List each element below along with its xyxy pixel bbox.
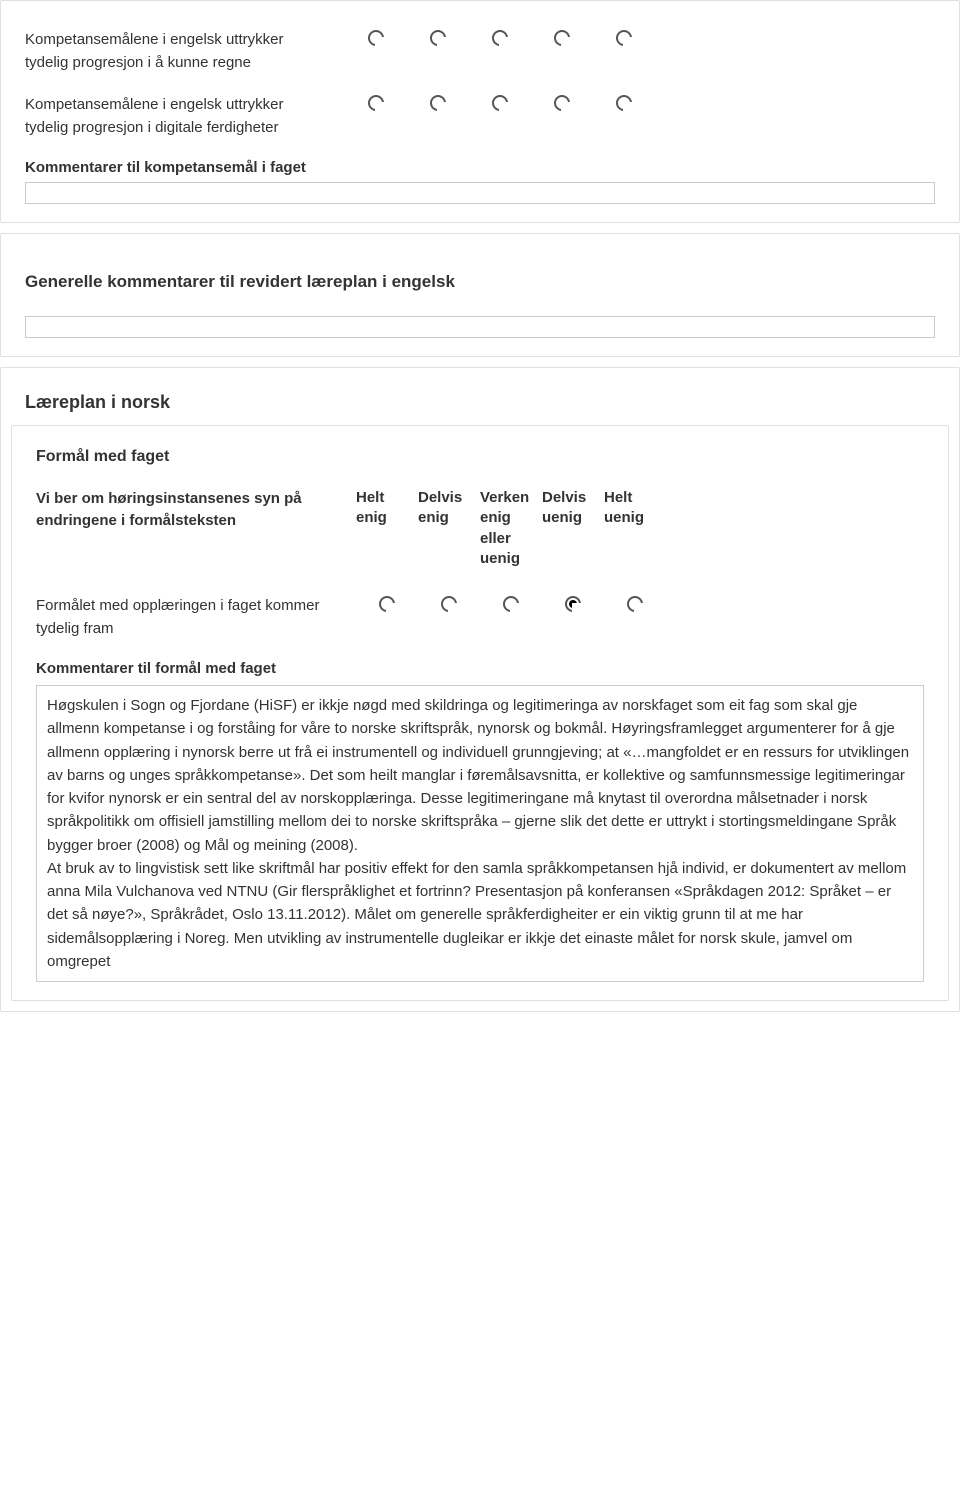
- radio-option-4[interactable]: [554, 95, 570, 111]
- header-opt-4: Delvis uenig: [542, 488, 604, 569]
- panel-formal-med-faget: Formål med faget Vi ber om høringsinstan…: [11, 425, 949, 1001]
- header-opt-1: Helt enig: [356, 488, 418, 569]
- matrix-row-label: Kompetansemålene i engelsk uttrykker tyd…: [25, 29, 345, 74]
- matrix-header: Vi ber om høringsinstansenes syn på endr…: [36, 478, 924, 585]
- comment-text-formal: Høgskulen i Sogn og Fjordane (HiSF) er i…: [36, 685, 924, 982]
- comment-label: Kommentarer til kompetansemål i faget: [25, 159, 935, 176]
- panel-generelle-kommentarer: Generelle kommentarer til revidert lærep…: [0, 233, 960, 357]
- subtitle-formal: Formål med faget: [36, 448, 924, 466]
- comment-input-generelle[interactable]: [25, 316, 935, 338]
- radio-option-5[interactable]: [616, 95, 632, 111]
- matrix-row: Kompetansemålene i engelsk uttrykker tyd…: [25, 84, 935, 149]
- matrix-row-options: [345, 29, 935, 46]
- radio-option-3[interactable]: [503, 596, 519, 612]
- radio-option-4[interactable]: [554, 30, 570, 46]
- radio-option-2[interactable]: [430, 95, 446, 111]
- radio-option-4[interactable]: [565, 596, 581, 612]
- radio-option-5[interactable]: [616, 30, 632, 46]
- matrix-row-options: [345, 94, 935, 111]
- comment-input-kompetansemal[interactable]: [25, 182, 935, 204]
- radio-option-1[interactable]: [368, 30, 384, 46]
- panel-laereplan-norsk: Læreplan i norsk Formål med faget Vi ber…: [0, 367, 960, 1012]
- matrix-header-question: Vi ber om høringsinstansenes syn på endr…: [36, 488, 356, 532]
- comment-label-formal: Kommentarer til formål med faget: [36, 660, 924, 677]
- radio-option-3[interactable]: [492, 95, 508, 111]
- panel-kompetansemal: Kompetansemålene i engelsk uttrykker tyd…: [0, 0, 960, 223]
- radio-option-5[interactable]: [627, 596, 643, 612]
- matrix-row-label: Kompetansemålene i engelsk uttrykker tyd…: [25, 94, 345, 139]
- matrix-row: Kompetansemålene i engelsk uttrykker tyd…: [25, 19, 935, 84]
- header-opt-3: Verken enig eller uenig: [480, 488, 542, 569]
- matrix-header-options: Helt enig Delvis enig Verken enig eller …: [356, 488, 924, 569]
- radio-option-2[interactable]: [430, 30, 446, 46]
- radio-option-1[interactable]: [379, 596, 395, 612]
- radio-option-2[interactable]: [441, 596, 457, 612]
- matrix-row-options: [356, 595, 924, 612]
- header-opt-5: Helt uenig: [604, 488, 666, 569]
- radio-option-3[interactable]: [492, 30, 508, 46]
- header-opt-2: Delvis enig: [418, 488, 480, 569]
- matrix-row-label: Formålet med opplæringen i faget kommer …: [36, 595, 356, 640]
- radio-option-1[interactable]: [368, 95, 384, 111]
- section-title-generelle: Generelle kommentarer til revidert lærep…: [25, 272, 935, 292]
- section-title-laereplan-norsk: Læreplan i norsk: [25, 392, 959, 413]
- matrix-row: Formålet med opplæringen i faget kommer …: [36, 585, 924, 650]
